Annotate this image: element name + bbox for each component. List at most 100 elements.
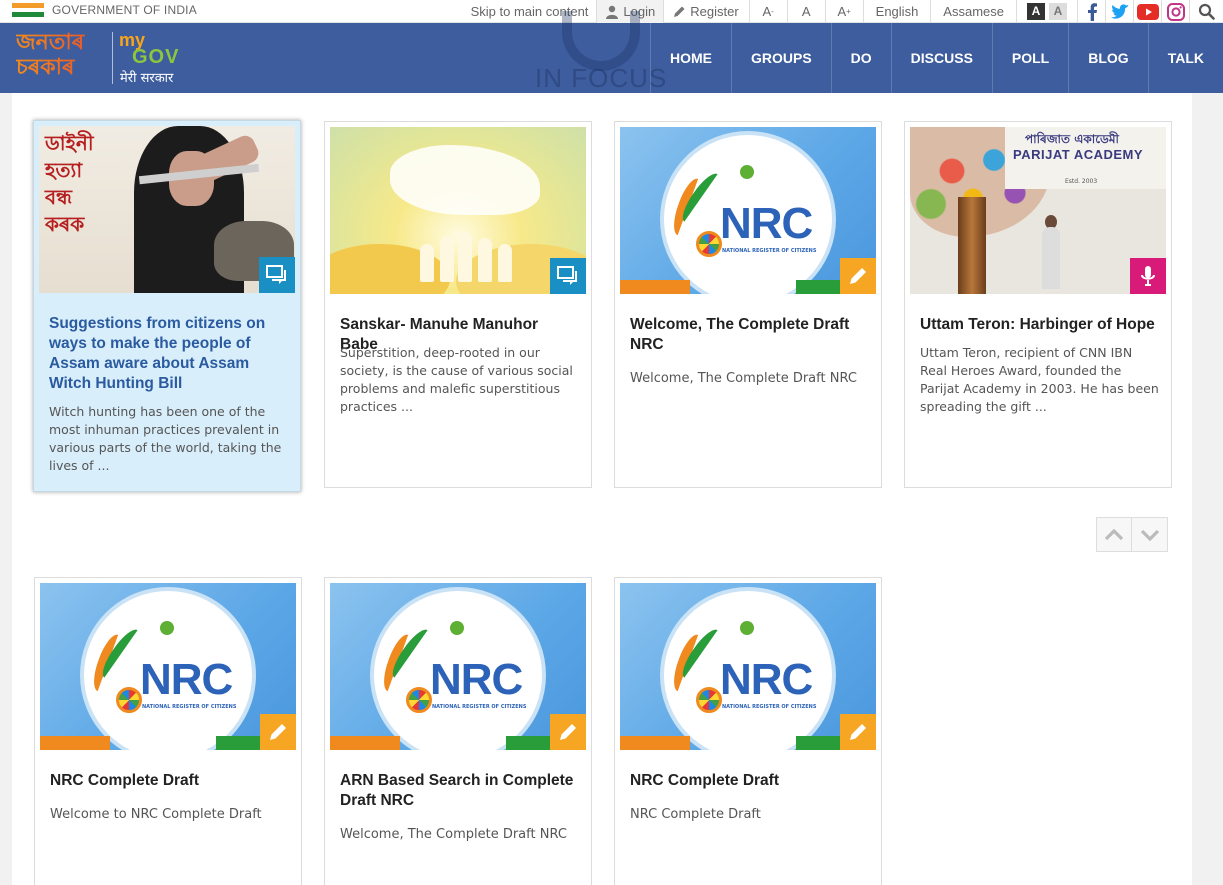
microphone-icon [1141, 266, 1155, 286]
pencil-icon [270, 724, 286, 740]
logo-divider [112, 32, 113, 84]
search-icon [1198, 3, 1215, 20]
discuss-badge [550, 258, 586, 294]
nrc-logo-subtitle: NATIONAL REGISTER OF CITIZENS [432, 704, 527, 710]
nrc-logo-text: NRC [140, 655, 233, 704]
youtube-icon [1136, 3, 1159, 20]
card-image: NRC NATIONAL REGISTER OF CITIZENS [620, 127, 876, 294]
in-focus-watermark-icon [562, 11, 640, 71]
card-title[interactable]: Welcome, The Complete Draft NRC [630, 315, 870, 355]
font-decrease-sup: - [771, 7, 774, 16]
card-nrc-complete-draft-2[interactable]: NRC NATIONAL REGISTER OF CITIZENS NRC Co… [614, 577, 882, 885]
card-description: Welcome, The Complete Draft NRC [630, 371, 857, 386]
instagram-icon [1166, 2, 1185, 21]
talk-badge [1130, 258, 1166, 294]
main-menu: HOME GROUPS DO DISCUSS POLL BLOG TALK [649, 23, 1223, 93]
do-badge [550, 714, 586, 750]
pencil-icon [850, 268, 866, 284]
pencil-icon [560, 724, 576, 740]
card-image [330, 127, 586, 294]
card-image: ডাইনী হত্যা বন্ধ কৰক [39, 126, 295, 293]
instagram-link[interactable] [1161, 0, 1189, 23]
main-navbar: জনতাৰ চৰকাৰ my GOV मेरी सरकार IN FOCUS H… [0, 11, 1223, 93]
nav-blog[interactable]: BLOG [1068, 23, 1147, 93]
do-badge [840, 258, 876, 294]
card-image: NRC NATIONAL REGISTER OF CITIZENS [330, 583, 586, 750]
font-decrease-button[interactable]: A- [748, 0, 787, 23]
twitter-icon [1110, 4, 1129, 19]
nrc-logo-subtitle: NATIONAL REGISTER OF CITIZENS [722, 704, 817, 710]
pencil-icon [850, 724, 866, 740]
nrc-logo-text: NRC [720, 655, 813, 704]
content-panel: ডাইনী হত্যা বন্ধ কৰক Suggestions from ci… [12, 93, 1192, 885]
contrast-controls: A A [1016, 0, 1077, 23]
font-increase-button[interactable]: A + [824, 0, 863, 23]
sign-title: PARIJAT ACADEMY [1013, 147, 1144, 162]
search-button[interactable] [1189, 0, 1223, 23]
twitter-link[interactable] [1105, 0, 1133, 23]
card-title[interactable]: NRC Complete Draft [630, 771, 870, 791]
nav-poll[interactable]: POLL [991, 23, 1068, 93]
gov-label: GOVERNMENT OF INDIA [52, 3, 197, 17]
card-sanskar[interactable]: Sanskar- Manuhe Manuhor Babe Superstitio… [324, 121, 592, 488]
font-increase-label: A [837, 4, 847, 19]
card-description: Witch hunting has been one of the most i… [49, 404, 282, 473]
nrc-logo-subtitle: NATIONAL REGISTER OF CITIZENS [142, 704, 237, 710]
card-description: Uttam Teron, recipient of CNN IBN Real H… [920, 345, 1159, 414]
card-title[interactable]: Suggestions from citizens on ways to mak… [49, 314, 289, 394]
contrast-dark-button[interactable]: A [1027, 3, 1045, 20]
card-arn-search[interactable]: NRC NATIONAL REGISTER OF CITIZENS ARN Ba… [324, 577, 592, 885]
card-image: NRC NATIONAL REGISTER OF CITIZENS [40, 583, 296, 750]
pencil-icon [674, 6, 685, 17]
do-badge [260, 714, 296, 750]
card-title[interactable]: Uttam Teron: Harbinger of Hope [920, 315, 1160, 335]
discuss-badge [259, 257, 295, 293]
academy-sign: পাৰিজাত একাডেমী PARIJAT ACADEMY Estd. 20… [1005, 127, 1166, 189]
font-decrease-label: A [762, 4, 772, 19]
contrast-light-button[interactable]: A [1049, 3, 1067, 20]
scroll-up-button[interactable] [1096, 517, 1132, 552]
lang-assamese-button[interactable]: Assamese [930, 0, 1016, 23]
chevron-up-icon [1104, 528, 1124, 540]
discuss-icon [557, 266, 577, 285]
font-normal-button[interactable]: A [786, 0, 825, 23]
card-witch-hunting[interactable]: ডাইনী হত্যা বন্ধ কৰক Suggestions from ci… [33, 120, 301, 492]
nav-talk[interactable]: TALK [1147, 23, 1223, 93]
card-nrc-welcome[interactable]: NRC NATIONAL REGISTER OF CITIZENS Welcom… [614, 121, 882, 488]
youtube-link[interactable] [1133, 0, 1161, 23]
nav-groups[interactable]: GROUPS [730, 23, 831, 93]
logo-meri-sarkar: मेरी सरकार [120, 71, 174, 86]
nav-discuss[interactable]: DISCUSS [890, 23, 992, 93]
carousel-arrows [1096, 517, 1169, 552]
discuss-icon [266, 265, 286, 284]
card-description: Superstition, deep-rooted in our society… [340, 345, 573, 414]
logo-gov: GOV [132, 46, 180, 68]
register-label: Register [690, 4, 739, 19]
chevron-down-icon [1140, 529, 1159, 541]
nav-do[interactable]: DO [830, 23, 891, 93]
in-focus-heading: IN FOCUS [535, 63, 668, 93]
register-link[interactable]: Register [663, 0, 748, 23]
government-of-india: GOVERNMENT OF INDIA [12, 3, 197, 18]
facebook-link[interactable] [1077, 0, 1105, 23]
facebook-icon [1087, 2, 1097, 21]
image-script-text: ডাইনী হত্যা বন্ধ কৰক [45, 131, 94, 236]
nav-home[interactable]: HOME [649, 23, 731, 93]
card-title[interactable]: NRC Complete Draft [50, 771, 290, 791]
sign-estd: Estd. 2003 [1065, 178, 1098, 185]
card-title[interactable]: ARN Based Search in Complete Draft NRC [340, 771, 580, 811]
card-uttam-teron[interactable]: পাৰিজাত একাডেমী PARIJAT ACADEMY Estd. 20… [904, 121, 1172, 488]
font-increase-sup: + [846, 7, 851, 16]
card-description: Welcome to NRC Complete Draft [50, 807, 262, 822]
card-nrc-complete-draft-1[interactable]: NRC NATIONAL REGISTER OF CITIZENS NRC Co… [34, 577, 302, 885]
lang-english-button[interactable]: English [862, 0, 931, 23]
scroll-down-button[interactable] [1132, 517, 1168, 552]
site-logo[interactable]: জনতাৰ চৰকাৰ my GOV मेरी सरकार [14, 28, 194, 87]
do-badge [840, 714, 876, 750]
card-image: পাৰিজাত একাডেমী PARIJAT ACADEMY Estd. 20… [910, 127, 1166, 294]
card-description: NRC Complete Draft [630, 807, 761, 822]
logo-assamese: জনতাৰ চৰকাৰ [16, 30, 110, 80]
nrc-logo-subtitle: NATIONAL REGISTER OF CITIZENS [722, 248, 817, 254]
nrc-logo-text: NRC [720, 199, 813, 248]
card-description: Welcome, The Complete Draft NRC [340, 827, 567, 842]
